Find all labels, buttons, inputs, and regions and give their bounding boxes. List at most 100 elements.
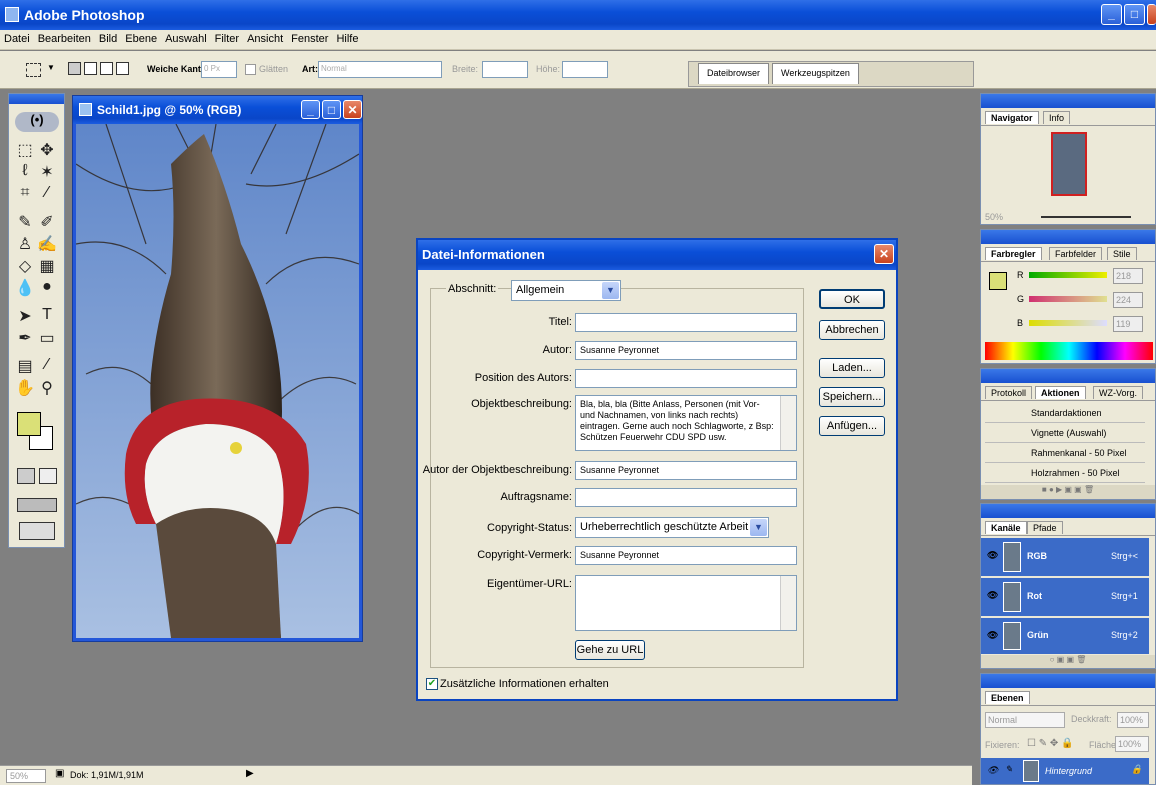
chevron-down-icon[interactable]: ▼ xyxy=(750,519,767,536)
zoom-field[interactable]: 50% xyxy=(6,769,46,783)
tab-filebrowser[interactable]: Dateibrowser xyxy=(698,63,770,84)
menu-ebene[interactable]: Ebene xyxy=(121,30,161,45)
channel-row[interactable]: 👁 RGB Strg+< xyxy=(981,538,1149,576)
tab-channels[interactable]: Kanäle xyxy=(985,521,1027,534)
selection-mode-subtract-icon[interactable] xyxy=(100,62,113,75)
menu-filter[interactable]: Filter xyxy=(211,30,243,45)
healing-brush-tool-icon[interactable]: ✎ xyxy=(15,212,35,232)
eye-icon[interactable]: 👁 xyxy=(987,630,998,641)
menu-bearbeiten[interactable]: Bearbeiten xyxy=(34,30,95,45)
minimize-button[interactable]: _ xyxy=(1101,4,1122,25)
slice-tool-icon[interactable]: ⁄ xyxy=(37,184,57,202)
menu-hilfe[interactable]: Hilfe xyxy=(332,30,362,45)
action-row[interactable]: Vignette (Auswahl) xyxy=(985,425,1145,443)
feather-input[interactable]: 0 Px xyxy=(201,61,237,78)
action-row[interactable]: Rahmenkanal - 50 Pixel xyxy=(985,445,1145,463)
ok-button[interactable]: OK xyxy=(819,289,885,309)
author-field[interactable]: Susanne Peyronnet xyxy=(575,341,797,360)
menu-ansicht[interactable]: Ansicht xyxy=(243,30,287,45)
notes-tool-icon[interactable]: ▤ xyxy=(15,356,35,376)
cancel-button[interactable]: Abbrechen xyxy=(819,320,885,340)
eye-icon[interactable]: 👁 xyxy=(987,590,998,601)
lasso-tool-icon[interactable]: ℓ xyxy=(15,162,35,180)
magic-wand-tool-icon[interactable]: ✶ xyxy=(37,162,57,182)
shape-tool-icon[interactable]: ▭ xyxy=(37,328,57,348)
dialog-close-button[interactable]: ✕ xyxy=(874,244,894,264)
description-field[interactable]: Bla, bla, bla (Bitte Anlass, Personen (m… xyxy=(575,395,797,451)
section-select[interactable]: Allgemein ▼ xyxy=(511,280,621,301)
pen-tool-icon[interactable]: ✒ xyxy=(15,328,35,348)
menu-fenster[interactable]: Fenster xyxy=(287,30,332,45)
screen-mode-icon[interactable] xyxy=(17,498,57,512)
navigator-thumbnail[interactable] xyxy=(1051,132,1087,196)
tab-navigator[interactable]: Navigator xyxy=(985,111,1039,124)
selection-mode-new-icon[interactable] xyxy=(68,62,81,75)
menu-auswahl[interactable]: Auswahl xyxy=(161,30,211,45)
channel-row[interactable]: 👁 Rot Strg+1 xyxy=(981,578,1149,616)
goto-url-button[interactable]: Gehe zu URL xyxy=(575,640,645,660)
quickmask-mode-icon[interactable] xyxy=(39,468,57,484)
owner-url-scrollbar[interactable] xyxy=(780,576,796,630)
style-select[interactable]: Normal xyxy=(318,61,442,78)
tab-color[interactable]: Farbregler xyxy=(985,247,1042,260)
copyright-status-select[interactable]: Urheberrechtlich geschützte Arbeit ▼ xyxy=(575,517,769,538)
path-selection-tool-icon[interactable]: ➤ xyxy=(15,306,35,326)
eye-icon[interactable]: 👁 xyxy=(987,550,998,561)
copyright-notice-field[interactable]: Susanne Peyronnet xyxy=(575,546,797,565)
title-field[interactable] xyxy=(575,313,797,332)
action-row[interactable]: Holzrahmen - 50 Pixel xyxy=(985,465,1145,483)
adobe-online-icon[interactable]: (•) xyxy=(15,112,59,132)
gradient-tool-icon[interactable]: ▦ xyxy=(37,256,57,276)
blur-tool-icon[interactable]: 💧 xyxy=(15,278,35,298)
load-button[interactable]: Laden... xyxy=(819,358,885,378)
tab-toolpresets[interactable]: Werkzeugspitzen xyxy=(772,63,859,84)
menu-bild[interactable]: Bild xyxy=(95,30,121,45)
blend-mode-select[interactable]: Normal xyxy=(985,712,1065,728)
layer-row[interactable]: 👁 ✎ Hintergrund 🔒 xyxy=(981,758,1149,784)
history-brush-tool-icon[interactable]: ✍ xyxy=(37,234,57,254)
description-author-field[interactable]: Susanne Peyronnet xyxy=(575,461,797,480)
type-tool-icon[interactable]: T xyxy=(37,306,57,324)
eye-icon[interactable]: 👁 xyxy=(987,765,998,776)
tab-tool-presets[interactable]: WZ-Vorg. xyxy=(1093,386,1144,399)
description-scrollbar[interactable] xyxy=(780,396,796,450)
chevron-down-icon[interactable]: ▼ xyxy=(47,63,55,72)
tab-styles[interactable]: Stile xyxy=(1107,247,1137,260)
hand-tool-icon[interactable]: ✋ xyxy=(15,378,35,398)
status-menu-arrow-icon[interactable]: ▶ xyxy=(246,768,254,779)
tab-paths[interactable]: Pfade xyxy=(1027,521,1063,534)
r-value[interactable]: 218 xyxy=(1113,268,1143,284)
tab-history[interactable]: Protokoll xyxy=(985,386,1033,399)
job-name-field[interactable] xyxy=(575,488,797,507)
marquee-tool-icon[interactable]: ⬚ xyxy=(15,140,35,160)
move-tool-icon[interactable]: ✥ xyxy=(37,140,57,160)
save-button[interactable]: Speichern... xyxy=(819,387,885,407)
b-value[interactable]: 119 xyxy=(1113,316,1143,332)
owner-url-field[interactable] xyxy=(575,575,797,631)
selection-mode-add-icon[interactable] xyxy=(84,62,97,75)
marquee-tool-preset-icon[interactable] xyxy=(26,63,41,77)
close-button[interactable] xyxy=(1147,4,1156,25)
color-fg-swatch[interactable] xyxy=(989,272,1007,290)
antialias-checkbox[interactable] xyxy=(245,64,256,75)
tab-layers[interactable]: Ebenen xyxy=(985,691,1030,704)
tab-actions[interactable]: Aktionen xyxy=(1035,386,1086,399)
color-ramp[interactable] xyxy=(985,342,1153,360)
tab-info[interactable]: Info xyxy=(1043,111,1071,124)
g-value[interactable]: 224 xyxy=(1113,292,1143,308)
keep-info-checkbox[interactable]: ✔ xyxy=(426,678,438,690)
eyedropper-tool-icon[interactable]: ⁄ xyxy=(37,356,57,374)
brush-tool-icon[interactable]: ✐ xyxy=(37,212,57,232)
zoom-tool-icon[interactable]: ⚲ xyxy=(37,378,57,398)
document-maximize-button[interactable]: □ xyxy=(322,100,341,119)
document-canvas[interactable] xyxy=(76,124,359,638)
opacity-input[interactable]: 100% xyxy=(1117,712,1149,728)
append-button[interactable]: Anfügen... xyxy=(819,416,885,436)
document-close-button[interactable]: ✕ xyxy=(343,100,362,119)
lock-icons[interactable]: ☐ ✎ ✥ 🔒 xyxy=(1027,738,1074,749)
navigator-zoom[interactable]: 50% xyxy=(985,212,1003,222)
height-input[interactable] xyxy=(562,61,608,78)
b-slider[interactable] xyxy=(1029,320,1107,326)
selection-mode-intersect-icon[interactable] xyxy=(116,62,129,75)
navigator-zoom-slider[interactable] xyxy=(1041,216,1131,218)
